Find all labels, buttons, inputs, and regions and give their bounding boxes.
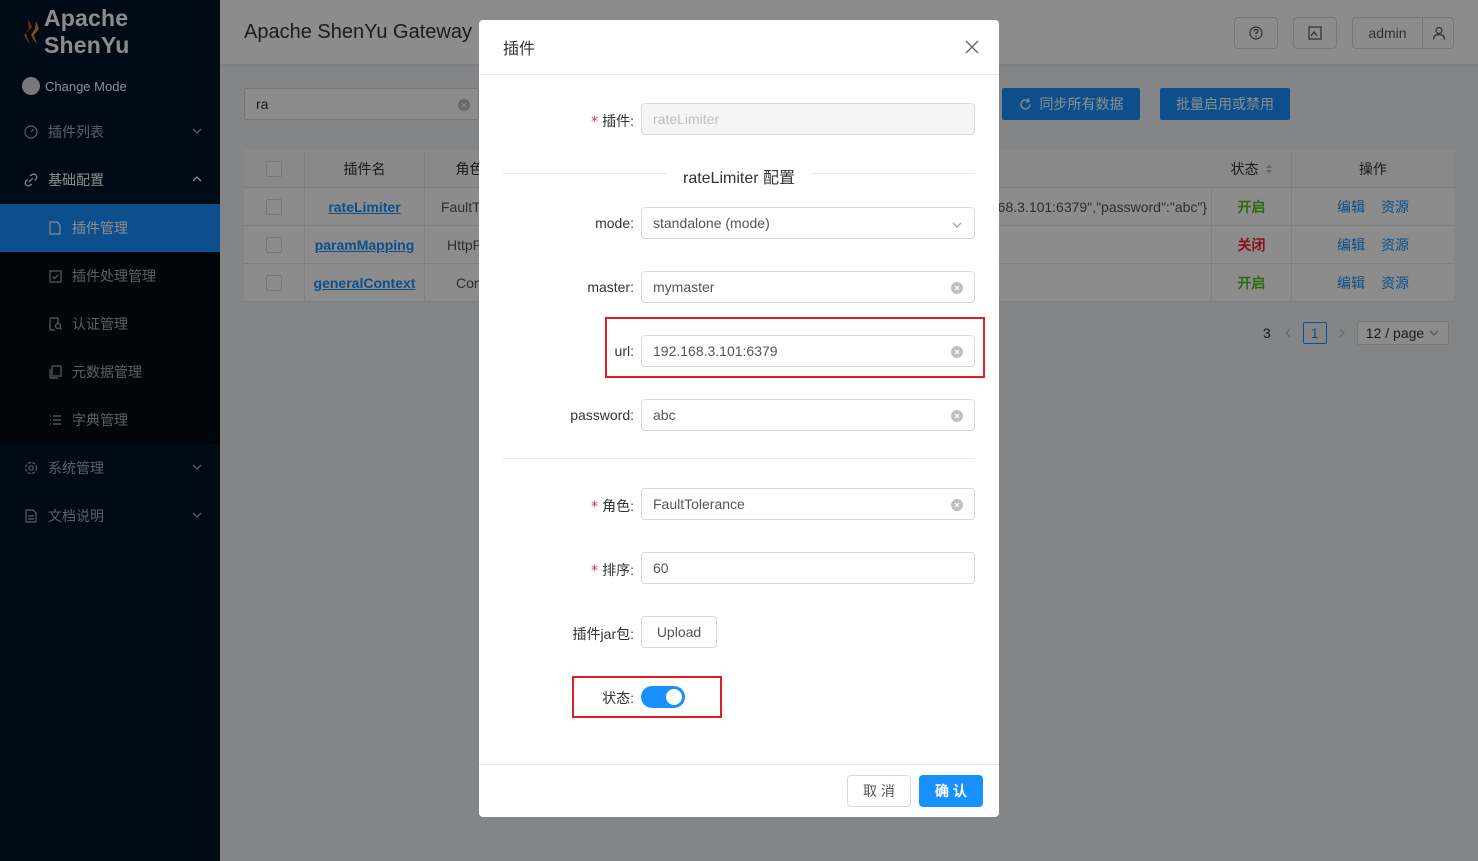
sort-label-text: 排序: (602, 562, 634, 578)
url-value: 192.168.3.101:6379 (653, 343, 778, 359)
confirm-label: 确 认 (935, 783, 967, 799)
plugin-field-label: * 插件: (591, 111, 634, 131)
required-mark: * (591, 499, 599, 515)
status-label: 状态: (602, 690, 634, 706)
role-value: FaultTolerance (653, 496, 745, 512)
password-value: abc (653, 407, 676, 423)
plugin-label-text: 插件: (602, 113, 634, 129)
config-title-text: rateLimiter 配置 (666, 170, 812, 187)
clear-icon[interactable] (951, 346, 963, 358)
mode-label: mode: (595, 215, 634, 231)
cancel-label: 取 消 (863, 783, 895, 799)
upload-label: Upload (656, 624, 702, 640)
url-label: url: (614, 343, 634, 359)
upload-button[interactable]: Upload (641, 616, 717, 648)
password-input[interactable]: abc (641, 399, 975, 431)
plugin-modal: 插件 * 插件: rateLimiter rateLimiter 配置 mode:… (479, 20, 999, 817)
modal-footer: 取 消 确 认 (479, 764, 999, 817)
jar-label: 插件jar包: (572, 626, 634, 642)
mode-value: standalone (mode) (653, 215, 770, 231)
cancel-button[interactable]: 取 消 (847, 775, 911, 807)
password-label: password: (570, 407, 634, 423)
master-value: mymaster (653, 279, 715, 295)
sort-field-label: * 排序: (591, 560, 634, 580)
plugin-name-input[interactable]: rateLimiter (641, 103, 975, 135)
role-field-label: * 角色: (591, 496, 634, 516)
role-input[interactable]: FaultTolerance (641, 488, 975, 520)
config-title: rateLimiter 配置 (479, 164, 999, 188)
sort-input[interactable]: 60 (641, 552, 975, 584)
sort-value: 60 (653, 560, 669, 576)
required-mark: * (591, 114, 599, 130)
switch-knob (666, 689, 682, 705)
clear-icon[interactable] (951, 410, 963, 422)
master-label: master: (587, 279, 634, 295)
clear-icon[interactable] (951, 499, 963, 511)
section-divider (503, 458, 975, 459)
plugin-name-placeholder: rateLimiter (653, 111, 720, 127)
role-label-text: 角色: (602, 498, 634, 514)
confirm-button[interactable]: 确 认 (919, 775, 983, 807)
mode-select[interactable]: standalone (mode) (641, 207, 975, 239)
url-input[interactable]: 192.168.3.101:6379 (641, 335, 975, 367)
clear-icon[interactable] (951, 282, 963, 294)
modal-title: 插件 (503, 41, 536, 58)
chevron-down-icon (952, 222, 962, 228)
master-input[interactable]: mymaster (641, 271, 975, 303)
required-mark: * (591, 563, 599, 579)
modal-header: 插件 (479, 20, 999, 75)
close-icon[interactable] (965, 40, 979, 54)
status-switch[interactable] (641, 686, 685, 708)
